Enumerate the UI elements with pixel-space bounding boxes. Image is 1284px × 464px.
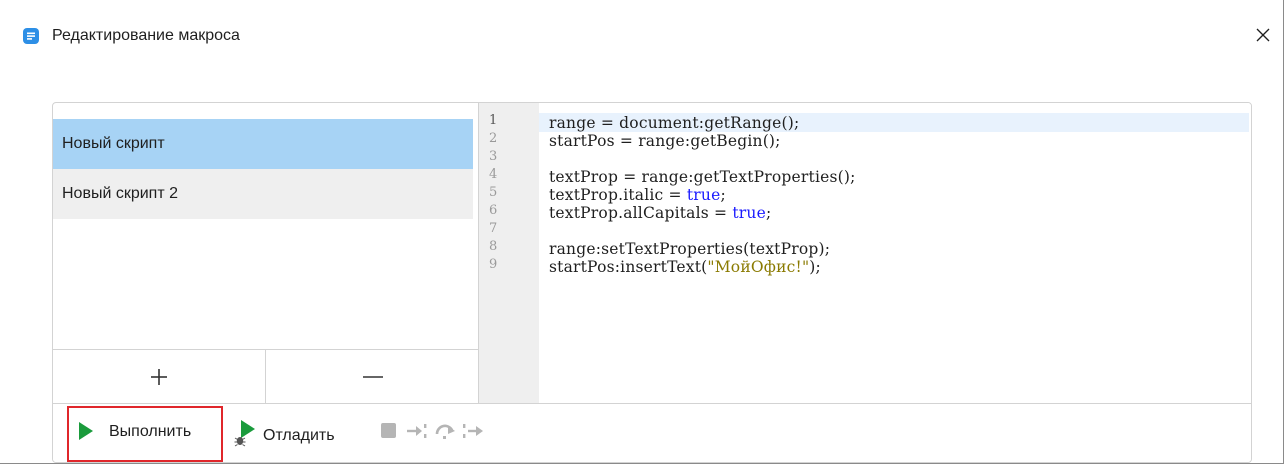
code-token: textProp.allCapitals = [549,204,733,222]
debug-button[interactable]: Отладить [233,412,368,456]
plus-icon [151,368,167,385]
code-keyword: true [732,204,766,222]
code-token: textProp = range:getTextProperties(); [549,168,856,186]
run-button[interactable]: Выполнить [67,406,223,462]
script-list-buttons [53,349,479,403]
step-into-icon[interactable] [405,420,429,442]
minus-icon [362,375,383,378]
play-icon [79,422,93,440]
step-over-icon[interactable] [433,420,457,442]
code-token: textProp.italic = [549,186,687,204]
code-line: textProp.italic = true; [549,186,726,204]
code-token: ; [765,204,772,222]
code-line: textProp = range:getTextProperties(); [549,168,856,186]
code-token: range = document:getRange(); [549,114,800,132]
line-number: 1 [489,113,498,128]
debug-icon [234,420,255,447]
debug-button-label: Отладить [263,427,335,444]
line-number: 8 [489,239,498,254]
title-bar: Редактирование макроса [0,0,1283,80]
code-line: range:setTextProperties(textProp); [549,240,830,258]
line-number-gutter: 1 2 3 4 5 6 7 8 9 [479,103,539,403]
code-token: range:setTextProperties(textProp); [549,240,831,258]
stop-icon[interactable] [377,420,401,442]
code-keyword: true [686,186,721,204]
script-item-1[interactable]: Новый скрипт [53,119,473,169]
code-token: ); [809,258,821,276]
debug-toolbar: Выполнить Отладить [53,403,1251,462]
script-item-2[interactable]: Новый скрипт 2 [53,169,473,219]
add-script-button[interactable] [53,350,266,403]
line-number: 6 [489,203,498,218]
step-out-icon[interactable] [461,420,485,442]
macro-editor-dialog: Редактирование макроса Новый скрипт Новы… [0,0,1284,464]
line-number: 4 [489,167,498,182]
code-line: startPos:insertText("МойОфис!"); [549,258,821,276]
window-title: Редактирование макроса [52,27,240,44]
remove-script-button[interactable] [266,350,479,403]
line-number: 2 [489,131,498,146]
line-number: 5 [489,185,498,200]
code-string: "МойОфис!" [707,258,810,276]
code-token: startPos = range:getBegin(); [549,132,781,150]
script-list: Новый скрипт Новый скрипт 2 [53,103,479,403]
code-token: ; [720,186,726,204]
line-number: 9 [489,257,498,272]
line-number: 3 [489,149,498,164]
code-line: textProp.allCapitals = true; [549,204,771,222]
run-button-label: Выполнить [109,423,192,440]
close-icon[interactable] [1248,20,1278,50]
app-icon [23,28,39,44]
code-line: range = document:getRange(); [549,114,799,132]
code-line: startPos = range:getBegin(); [549,132,781,150]
editor-frame: Новый скрипт Новый скрипт 2 1 2 3 4 5 6 7 8 9 ra… [52,102,1252,463]
code-token: startPos:insertText( [549,258,708,276]
code-editor[interactable]: range = document:getRange(); startPos = r… [539,103,1251,403]
line-number: 7 [489,221,498,236]
